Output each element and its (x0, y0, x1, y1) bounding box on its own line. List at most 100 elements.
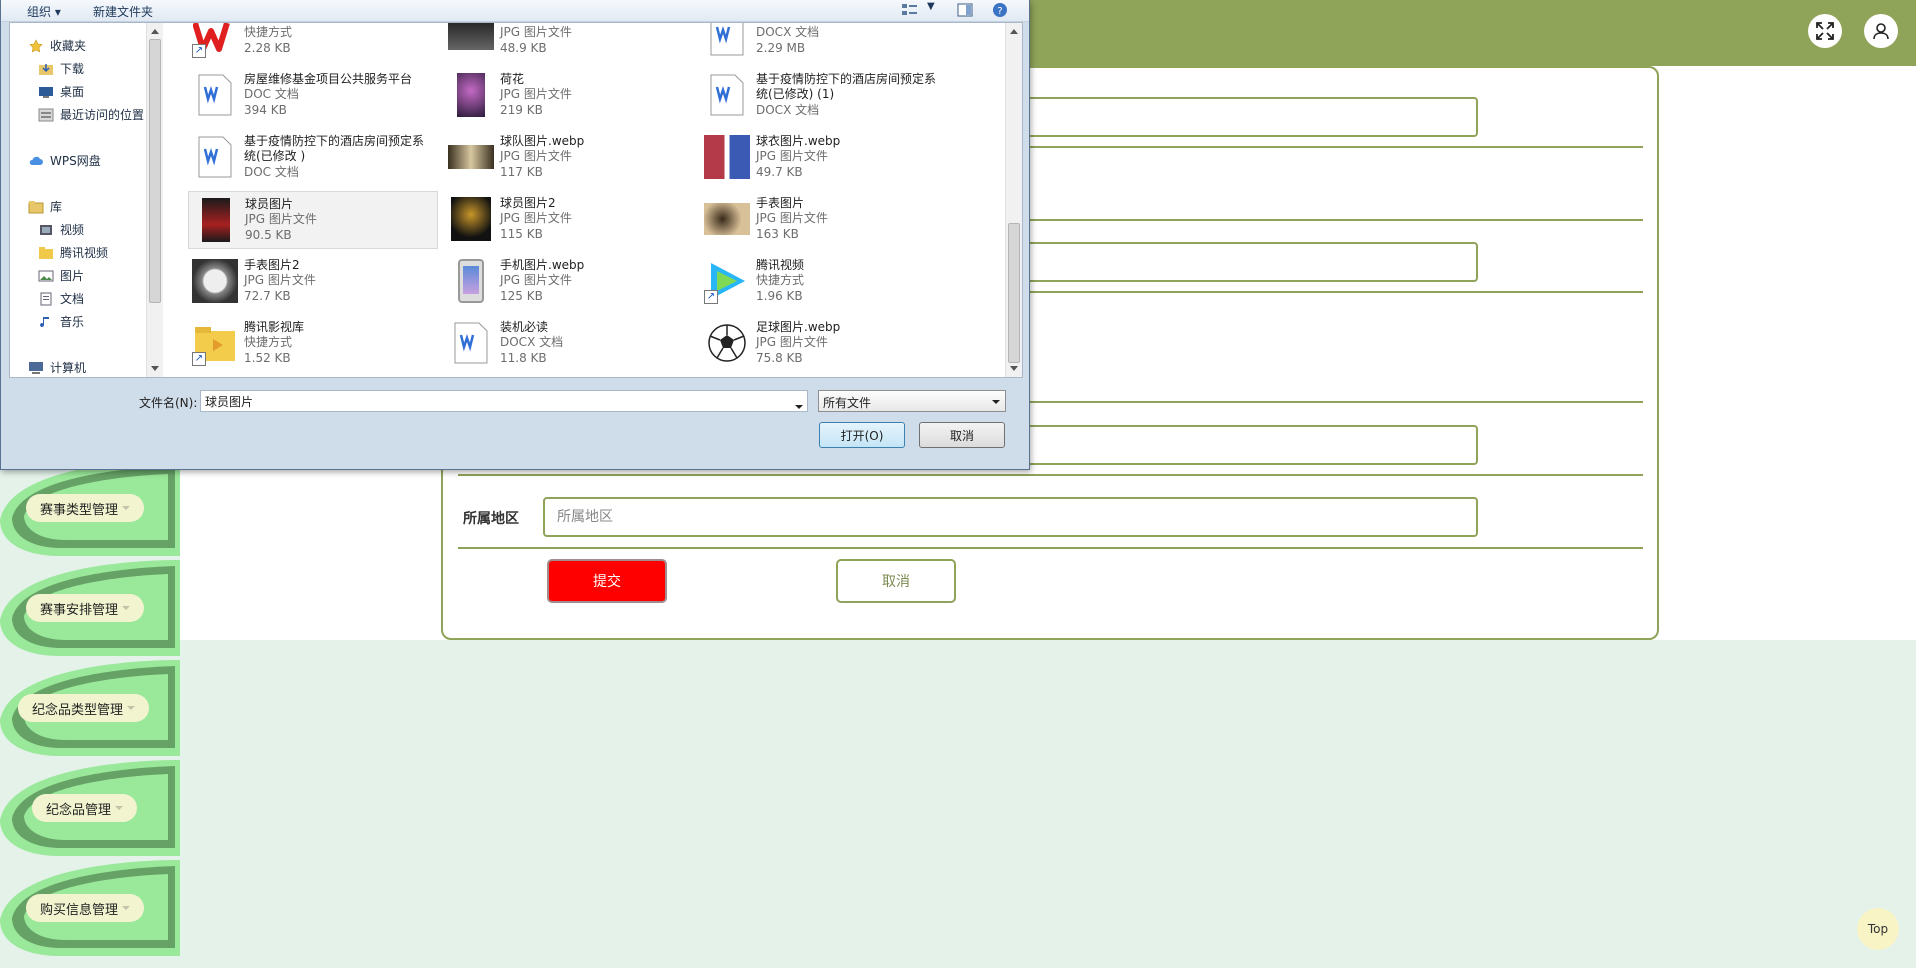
scroll-up-arrow-icon[interactable] (1010, 29, 1018, 34)
image-thumbnail (448, 134, 494, 180)
image-thumbnail (448, 23, 494, 58)
file-item[interactable]: 荷花 JPG 图片文件 219 KB (444, 67, 694, 125)
image-thumbnail (192, 258, 238, 304)
filename-history-dropdown[interactable] (795, 398, 803, 412)
dialog-cancel-button[interactable]: 取消 (919, 422, 1005, 448)
nav-item-desktop[interactable]: 桌面 (38, 83, 84, 100)
nav-item-recent-places[interactable]: 最近访问的位置 (38, 106, 144, 123)
scroll-down-arrow-icon[interactable] (1010, 366, 1018, 371)
desktop-icon (39, 86, 53, 98)
picture-library-icon (38, 270, 54, 281)
nav-item-favorites[interactable]: 收藏夹 (28, 37, 86, 54)
sidebar: 赛事类型管理 赛事安排管理 纪念品类型管理 纪念品管理 购买信息管理 (0, 460, 180, 968)
help-icon[interactable]: ? (991, 2, 1009, 18)
nav-item-libraries[interactable]: 库 (28, 198, 62, 215)
file-item[interactable]: 球员图片2 JPG 图片文件 115 KB (444, 191, 694, 249)
svg-text:?: ? (997, 6, 1002, 17)
file-item[interactable]: 手表图片 JPG 图片文件 163 KB (700, 191, 950, 249)
back-to-top-button[interactable]: Top (1857, 908, 1899, 950)
nav-item-documents[interactable]: 文档 (38, 290, 84, 307)
scroll-down-arrow-icon[interactable] (151, 366, 159, 371)
file-item[interactable]: JPG 图片文件 48.9 KB (444, 23, 694, 65)
sidebar-item-label: 纪念品类型管理 (18, 694, 150, 722)
nav-item-tencent-video[interactable]: 腾讯视频 (38, 244, 108, 261)
preview-pane-icon[interactable] (956, 2, 974, 18)
word-document-icon (448, 320, 494, 366)
submit-button[interactable]: 提交 (547, 559, 667, 603)
new-folder-button[interactable]: 新建文件夹 (93, 3, 153, 20)
file-item[interactable]: 基于疫情防控下的酒店房间预定系统(已修改 ) DOC 文档 (188, 129, 438, 187)
scroll-up-arrow-icon[interactable] (151, 29, 159, 34)
dialog-footer: 文件名(N): 所有文件 打开(O) 取消 (1, 384, 1029, 468)
soccer-ball-thumbnail (704, 320, 750, 366)
image-thumbnail (448, 258, 494, 304)
file-item[interactable]: 足球图片.webp JPG 图片文件 75.8 KB (700, 315, 950, 373)
file-item[interactable]: DOCX 文档 2.29 MB (700, 23, 950, 65)
file-item-selected[interactable]: 球员图片 JPG 图片文件 90.5 KB (188, 191, 438, 249)
file-item[interactable]: 手表图片2 JPG 图片文件 72.7 KB (188, 253, 438, 311)
word-document-icon (704, 23, 750, 58)
nav-item-downloads[interactable]: 下载 (38, 60, 84, 77)
filename-label: 文件名(N): (139, 396, 198, 410)
sidebar-item-match-schedule[interactable]: 赛事安排管理 (0, 560, 180, 656)
chevron-down-icon (122, 606, 131, 610)
chevron-down-icon (992, 400, 1000, 404)
shortcut-arrow-icon: ↗ (704, 290, 718, 304)
document-library-icon (40, 292, 52, 305)
chevron-down-icon (122, 906, 131, 910)
file-item[interactable]: 装机必读 DOCX 文档 11.8 KB (444, 315, 694, 373)
fullscreen-button[interactable] (1808, 14, 1842, 48)
view-dropdown-chevron-icon[interactable]: ▼ (927, 1, 935, 12)
video-library-icon (40, 224, 52, 235)
nav-item-computer[interactable]: 计算机 (28, 359, 86, 376)
file-item[interactable]: ↗ 快捷方式 2.28 KB (188, 23, 438, 65)
nav-item-music[interactable]: 音乐 (38, 313, 84, 330)
file-item[interactable]: 房屋维修基金项目公共服务平台 DOC 文档 394 KB (188, 67, 438, 125)
filename-input[interactable] (200, 390, 808, 412)
folder-shortcut-icon: ↗ (192, 320, 238, 366)
sidebar-item-souvenir[interactable]: 纪念品管理 (0, 760, 180, 856)
file-list-scrollbar-thumb[interactable] (1008, 223, 1020, 363)
computer-icon (29, 361, 43, 374)
chevron-down-icon (795, 405, 803, 409)
shortcut-arrow-icon: ↗ (192, 44, 206, 58)
nav-item-wps-cloud[interactable]: WPS网盘 (28, 152, 101, 169)
dialog-panes: 收藏夹 下载 桌面 最近访问的位置 WPS网盘 库 视频 腾讯视频 图片 文档 … (9, 22, 1023, 378)
open-button[interactable]: 打开(O) (819, 422, 905, 448)
region-label: 所属地区 (463, 511, 519, 527)
wps-shortcut-icon: ↗ (192, 23, 238, 58)
expand-icon (1816, 22, 1834, 40)
file-item[interactable]: ↗ 腾讯视频 快捷方式 1.96 KB (700, 253, 950, 311)
chevron-down-icon (127, 706, 136, 710)
word-document-icon (704, 72, 750, 118)
organize-menu[interactable]: 组织 ▾ (27, 3, 61, 20)
sidebar-item-label: 购买信息管理 (26, 894, 145, 922)
file-item[interactable]: ↗ 腾讯影视库 快捷方式 1.52 KB (188, 315, 438, 373)
file-item[interactable]: 基于疫情防控下的酒店房间预定系统(已修改) (1) DOCX 文档 (700, 67, 950, 125)
file-list-scrollbar[interactable] (1005, 23, 1022, 377)
region-input[interactable] (543, 497, 1478, 537)
nav-item-videos[interactable]: 视频 (38, 221, 84, 238)
sidebar-item-label: 赛事安排管理 (26, 594, 145, 622)
tencent-video-shortcut-icon: ↗ (704, 258, 750, 304)
view-options-icon[interactable] (901, 2, 919, 18)
file-item[interactable]: 手机图片.webp JPG 图片文件 125 KB (444, 253, 694, 311)
file-type-select[interactable]: 所有文件 (818, 390, 1006, 412)
shortcut-arrow-icon: ↗ (192, 352, 206, 366)
word-document-icon (192, 72, 238, 118)
recent-places-icon (38, 108, 54, 121)
file-item[interactable]: 球队图片.webp JPG 图片文件 117 KB (444, 129, 694, 187)
file-list: ↗ 快捷方式 2.28 KB JPG 图片文件 48.9 KB DOCX 文档 … (182, 23, 1004, 377)
music-library-icon (40, 316, 49, 327)
nav-scrollbar-thumb[interactable] (149, 39, 161, 303)
form-cancel-button[interactable]: 取消 (836, 559, 956, 603)
sidebar-item-match-type[interactable]: 赛事类型管理 (0, 460, 180, 556)
sidebar-item-souvenir-type[interactable]: 纪念品类型管理 (0, 660, 180, 756)
nav-scrollbar[interactable] (146, 23, 163, 377)
library-icon (28, 200, 44, 213)
user-button[interactable] (1864, 14, 1898, 48)
nav-item-pictures[interactable]: 图片 (38, 267, 84, 284)
sidebar-item-purchase-info[interactable]: 购买信息管理 (0, 860, 180, 956)
file-item[interactable]: 球衣图片.webp JPG 图片文件 49.7 KB (700, 129, 950, 187)
star-icon (29, 38, 43, 53)
